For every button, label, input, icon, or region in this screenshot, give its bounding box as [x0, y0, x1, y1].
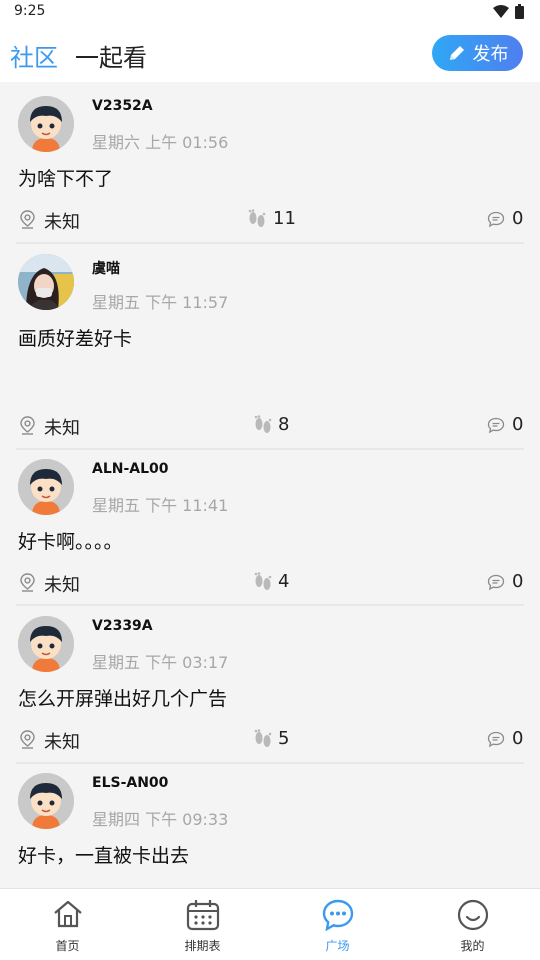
nav-square[interactable]: 广场 [270, 889, 405, 960]
photo-girl-avatar-image [18, 254, 74, 310]
chat-bubble-icon [322, 899, 353, 931]
footprint-icon [254, 572, 272, 590]
post-username[interactable]: ALN-AL00 [92, 461, 169, 477]
post-divider [16, 242, 524, 244]
publish-button[interactable]: 发布 [432, 35, 523, 71]
post-content[interactable]: 好卡，一直被卡出去 [18, 841, 189, 868]
tab-community[interactable]: 社区 [10, 38, 58, 73]
post-comment-count: 0 [512, 571, 524, 592]
post-content[interactable]: 好卡啊。。。。 [18, 527, 123, 554]
smiley-icon [457, 899, 488, 931]
comment-icon [487, 211, 505, 228]
top-bar: 社区 一起看 发布 [0, 24, 540, 82]
calendar-icon [186, 900, 219, 931]
avatar[interactable] [18, 254, 74, 310]
location-pin-icon [20, 416, 35, 435]
nav-mine-label: 我的 [460, 939, 485, 953]
avatar[interactable] [18, 773, 74, 829]
footprint-icon [254, 415, 272, 433]
location-pin-icon [20, 210, 35, 229]
post-username[interactable]: 虞喵 [92, 258, 120, 278]
cartoon-boy-avatar-image [18, 96, 74, 152]
post-footprint-count: 5 [278, 728, 290, 749]
avatar[interactable] [18, 616, 74, 672]
nav-home[interactable]: 首页 [0, 889, 135, 960]
post-feed[interactable]: V2352A 星期六 上午 01:56 为啥下不了 未知 11 0 虞喵 星期五… [0, 82, 540, 888]
post-comment-count: 0 [512, 208, 524, 229]
status-bar: 9:25 [0, 0, 540, 24]
cartoon-boy-avatar-image [18, 616, 74, 672]
post-divider [16, 604, 524, 606]
post-footprint-count: 8 [278, 414, 290, 435]
comment-icon [487, 731, 505, 748]
post-time: 星期四 下午 09:33 [92, 810, 229, 829]
post-footprint-count: 11 [273, 208, 296, 229]
post-username[interactable]: ELS-AN00 [92, 775, 168, 791]
post-location: 未知 [44, 575, 80, 596]
comment-icon [487, 574, 505, 591]
post-divider [16, 762, 524, 764]
post-content[interactable]: 怎么开屏弹出好几个广告 [18, 684, 227, 711]
post-location: 未知 [44, 732, 80, 753]
avatar[interactable] [18, 96, 74, 152]
post-meta-row: 未知 8 0 [0, 414, 540, 439]
post-username[interactable]: V2352A [92, 98, 153, 114]
location-pin-icon [20, 573, 35, 592]
post-username[interactable]: V2339A [92, 618, 153, 634]
cartoon-boy-avatar-image [18, 773, 74, 829]
post-content[interactable]: 画质好差好卡 [18, 324, 132, 351]
publish-button-label: 发布 [472, 44, 509, 65]
post-time: 星期六 上午 01:56 [92, 133, 229, 152]
bottom-nav: 首页 排期表 广场 我的 [0, 888, 540, 960]
nav-square-label: 广场 [325, 939, 350, 953]
post-location: 未知 [44, 212, 80, 233]
post-location: 未知 [44, 418, 80, 439]
avatar[interactable] [18, 459, 74, 515]
nav-home-label: 首页 [55, 939, 80, 953]
wifi-icon [493, 5, 509, 18]
footprint-icon [248, 209, 266, 227]
nav-mine[interactable]: 我的 [405, 889, 540, 960]
post-comment-count: 0 [512, 414, 524, 435]
post-meta-row: 未知 11 0 [0, 208, 540, 233]
post-meta-row: 未知 5 0 [0, 728, 540, 753]
post-footprint-count: 4 [278, 571, 290, 592]
status-time: 9:25 [14, 3, 46, 19]
post-divider [16, 448, 524, 450]
cartoon-boy-avatar-image [18, 459, 74, 515]
nav-schedule[interactable]: 排期表 [135, 889, 270, 960]
home-icon [53, 900, 82, 928]
nav-schedule-label: 排期表 [184, 939, 221, 953]
post-comment-count: 0 [512, 728, 524, 749]
status-icons [493, 4, 524, 19]
post-time: 星期五 下午 11:41 [92, 496, 229, 515]
pencil-icon [449, 46, 464, 60]
tab-watch-together[interactable]: 一起看 [75, 38, 147, 73]
post-time: 星期五 下午 11:57 [92, 293, 229, 312]
post-content[interactable]: 为啥下不了 [18, 164, 113, 191]
location-pin-icon [20, 730, 35, 749]
post-meta-row: 未知 4 0 [0, 571, 540, 596]
battery-icon [515, 4, 524, 19]
post-time: 星期五 下午 03:17 [92, 653, 229, 672]
footprint-icon [254, 729, 272, 747]
comment-icon [487, 417, 505, 434]
